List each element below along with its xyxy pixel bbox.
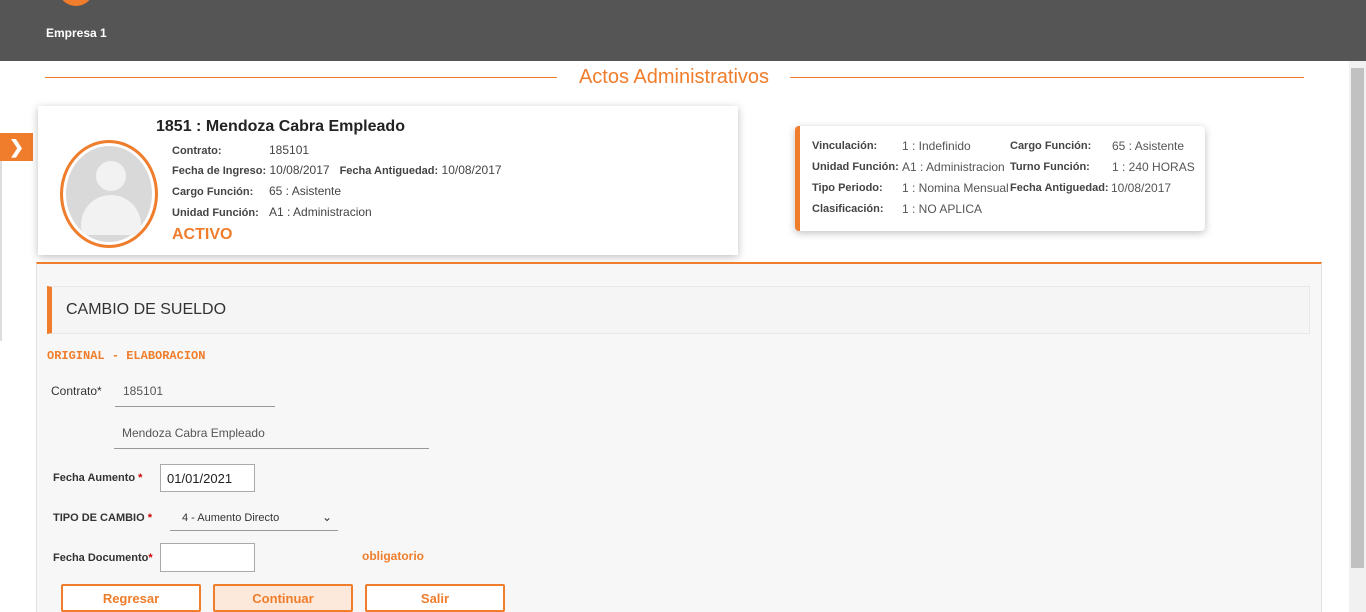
fecha-ingreso-label: Fecha de Ingreso: bbox=[172, 165, 267, 177]
contrato-value: 185101 bbox=[269, 143, 310, 157]
page-title: Actos Administrativos bbox=[578, 66, 770, 88]
top-bar: Empresa 1 bbox=[0, 0, 1366, 61]
avatar bbox=[60, 140, 158, 248]
tipo-cambio-label: TIPO DE CAMBIO * bbox=[53, 512, 153, 524]
contrato-field-label: Contrato* bbox=[51, 384, 102, 398]
fecha-ingreso-value: 10/08/2017 bbox=[269, 163, 330, 177]
section-header: CAMBIO DE SUELDO bbox=[47, 286, 1310, 334]
turno-funcion-value: 1 : 240 HORAS bbox=[1112, 160, 1195, 174]
cargo-funcion-value: 65 : Asistente bbox=[1112, 139, 1185, 153]
cargo-funcion-label: Cargo Función: bbox=[1010, 140, 1092, 152]
company-name: Empresa 1 bbox=[46, 26, 107, 40]
fecha-antiguedad-value: 10/08/2017 bbox=[441, 163, 502, 177]
chevron-down-icon: ⌄ bbox=[321, 510, 332, 524]
vinculacion-value: 1 : Indefinido bbox=[902, 139, 971, 153]
contrato-field[interactable]: 185101 bbox=[115, 384, 275, 407]
cargo-value: 65 : Asistente bbox=[269, 184, 342, 198]
cargo-label: Cargo Función: bbox=[172, 186, 254, 198]
required-mark: * bbox=[148, 552, 153, 564]
sidebar-edge bbox=[0, 161, 2, 341]
clasificacion-label: Clasificación: bbox=[812, 203, 884, 215]
title-divider-left bbox=[45, 77, 557, 78]
vinculacion-label: Vinculación: bbox=[812, 140, 878, 152]
required-hint: obligatorio bbox=[362, 549, 424, 563]
employment-info-card: Vinculación: 1 : Indefinido Unidad Funci… bbox=[795, 126, 1205, 231]
required-mark: * bbox=[138, 472, 143, 484]
fecha-antiguedad-label: Fecha Antiguedad: bbox=[339, 165, 439, 177]
sidebar-toggle-button[interactable]: ❯ bbox=[0, 133, 33, 161]
fecha-documento-label: Fecha Documento* bbox=[53, 552, 153, 564]
status-badge: ACTIVO bbox=[172, 226, 233, 243]
unidad-funcion-value: A1 : Administracion bbox=[902, 160, 1005, 174]
employee-unidad: Unidad Función: A1 : Administracion bbox=[172, 205, 372, 219]
continuar-button[interactable]: Continuar bbox=[213, 584, 353, 612]
user-body-icon bbox=[81, 195, 141, 235]
scrollbar-thumb[interactable] bbox=[1351, 68, 1364, 568]
unidad-funcion-label: Unidad Función: bbox=[812, 161, 899, 173]
section-title: CAMBIO DE SUELDO bbox=[66, 301, 227, 318]
chevron-right-icon: ❯ bbox=[8, 136, 25, 157]
fecha-antiguedad-value: 10/08/2017 bbox=[1111, 181, 1172, 195]
fecha-antiguedad-label: Fecha Antiguedad: bbox=[1010, 182, 1109, 194]
fecha-documento-input[interactable] bbox=[160, 543, 255, 572]
employee-cargo: Cargo Función: 65 : Asistente bbox=[172, 184, 341, 198]
contrato-label: Contrato: bbox=[172, 145, 222, 157]
tipo-periodo-value: 1 : Nomina Mensual bbox=[902, 181, 1009, 195]
title-divider-right bbox=[790, 77, 1304, 78]
fecha-aumento-input[interactable] bbox=[160, 464, 255, 492]
employee-name: 1851 : Mendoza Cabra Empleado bbox=[156, 118, 405, 135]
fecha-aumento-label: Fecha Aumento * bbox=[53, 472, 143, 484]
employee-fechas: Fecha de Ingreso: 10/08/2017 Fecha Antig… bbox=[172, 163, 502, 177]
tipo-cambio-value: 4 - Aumento Directo bbox=[182, 512, 280, 524]
turno-funcion-label: Turno Función: bbox=[1010, 161, 1090, 173]
regresar-button[interactable]: Regresar bbox=[61, 584, 201, 612]
logo-icon bbox=[58, 0, 94, 6]
employee-card: 1851 : Mendoza Cabra Empleado Contrato: … bbox=[38, 106, 738, 255]
empleado-name-field[interactable]: Mendoza Cabra Empleado bbox=[114, 426, 429, 449]
tipo-periodo-label: Tipo Periodo: bbox=[812, 182, 883, 194]
user-icon bbox=[96, 161, 126, 191]
salir-button[interactable]: Salir bbox=[365, 584, 505, 612]
employee-contrato: Contrato: 185101 bbox=[172, 143, 309, 157]
unidad-value: A1 : Administracion bbox=[269, 205, 372, 219]
tipo-cambio-select[interactable]: 4 - Aumento Directo ⌄ bbox=[170, 505, 338, 531]
document-status: ORIGINAL - ELABORACION bbox=[47, 349, 206, 363]
required-mark: * bbox=[147, 512, 153, 524]
clasificacion-value: 1 : NO APLICA bbox=[902, 202, 983, 216]
unidad-label: Unidad Función: bbox=[172, 207, 259, 219]
